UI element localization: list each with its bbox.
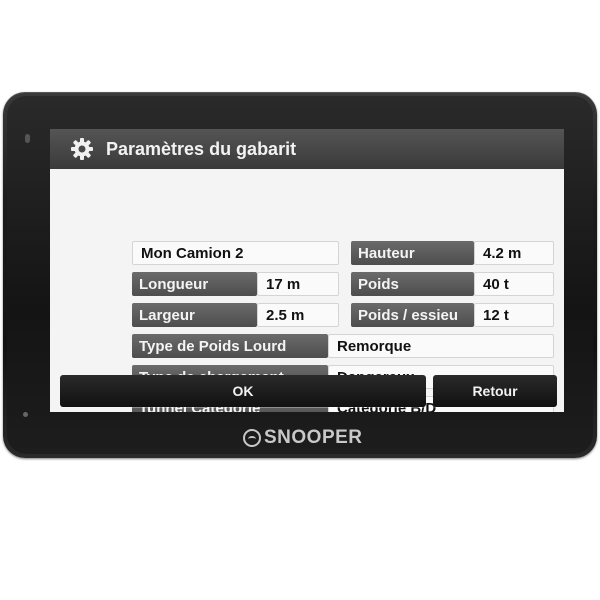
width-label: Largeur — [132, 303, 257, 327]
sensor-top — [25, 134, 30, 143]
gps-device: Paramètres du gabarit Mon Camion 2 Haute… — [3, 92, 597, 458]
truck-type-label: Type de Poids Lourd — [132, 334, 328, 358]
truck-type-field[interactable]: Remorque — [328, 334, 554, 358]
length-label: Longueur — [132, 272, 257, 296]
back-button[interactable]: Retour — [433, 375, 557, 407]
ok-button[interactable]: OK — [60, 375, 426, 407]
sensor-bottom — [23, 412, 28, 417]
weight-label: Poids — [351, 272, 474, 296]
page-title: Paramètres du gabarit — [106, 138, 297, 159]
device-bezel: Paramètres du gabarit Mon Camion 2 Haute… — [7, 96, 593, 454]
height-label: Hauteur — [351, 241, 474, 265]
profile-name-field[interactable]: Mon Camion 2 — [132, 241, 339, 265]
brand-logo: SNOOPER — [243, 427, 363, 448]
screen: Paramètres du gabarit Mon Camion 2 Haute… — [50, 129, 564, 412]
gear-icon — [70, 137, 94, 161]
width-field[interactable]: 2.5 m — [257, 303, 339, 327]
axle-weight-label: Poids / essieu — [351, 303, 474, 327]
brand-mark-icon — [243, 429, 261, 447]
title-bar: Paramètres du gabarit — [50, 129, 564, 169]
axle-weight-field[interactable]: 12 t — [474, 303, 554, 327]
height-field[interactable]: 4.2 m — [474, 241, 554, 265]
brand-name: SNOOPER — [264, 427, 363, 448]
length-field[interactable]: 17 m — [257, 272, 339, 296]
weight-field[interactable]: 40 t — [474, 272, 554, 296]
